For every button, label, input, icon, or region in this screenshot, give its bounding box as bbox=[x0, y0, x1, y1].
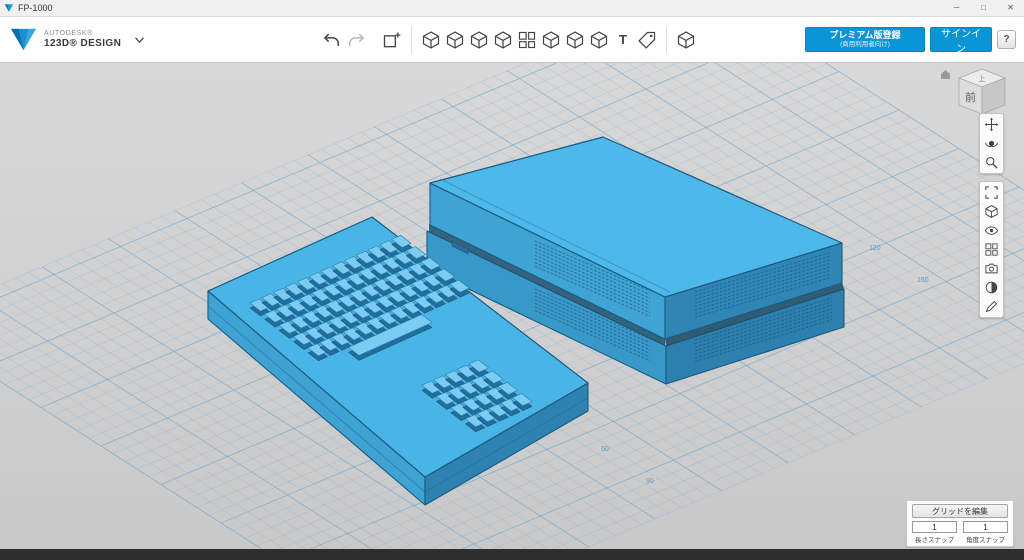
grid-tick: 90 bbox=[646, 478, 654, 485]
fit-view-icon[interactable] bbox=[981, 183, 1002, 202]
transform-icon[interactable] bbox=[380, 28, 404, 52]
home-icon[interactable] bbox=[941, 70, 950, 79]
grouping-icon[interactable] bbox=[539, 28, 563, 52]
text-icon[interactable]: T bbox=[611, 28, 635, 52]
viewcube-top-label: 上 bbox=[979, 74, 986, 83]
premium-signup-button[interactable]: プレミアム版登録 (商用利用者向け) bbox=[805, 27, 925, 52]
material-icon[interactable] bbox=[635, 28, 659, 52]
visibility-icon[interactable] bbox=[981, 221, 1002, 240]
3d-canvas[interactable]: 30 60 90 120 150 bbox=[0, 63, 1024, 549]
maximize-button[interactable]: □ bbox=[970, 0, 997, 16]
parts-icon[interactable] bbox=[981, 240, 1002, 259]
premium-sublabel: (商用利用者向け) bbox=[840, 41, 890, 48]
title-bar: FP-1000 ─ □ ✕ bbox=[0, 0, 1024, 17]
length-snap-label: 長さスナップ bbox=[915, 534, 954, 544]
app-window: FP-1000 ─ □ ✕ AUTODESK® 123D® DESIGN T bbox=[0, 0, 1024, 560]
grid-tick: 120 bbox=[869, 245, 881, 252]
palette-group bbox=[979, 181, 1004, 318]
length-snap-input[interactable] bbox=[912, 521, 957, 533]
orbit-icon[interactable] bbox=[981, 134, 1002, 153]
construct-icon[interactable] bbox=[467, 28, 491, 52]
wireframe-icon[interactable] bbox=[981, 202, 1002, 221]
zoom-icon[interactable] bbox=[981, 153, 1002, 172]
pattern-icon[interactable] bbox=[515, 28, 539, 52]
toolbar-divider bbox=[411, 27, 412, 53]
autodesk-123d-logo bbox=[10, 27, 37, 52]
grid-settings-panel: グリッドを編集 長さスナップ 角度スナップ bbox=[906, 500, 1014, 547]
account-area: プレミアム版登録 (商用利用者向け) サインイン ? bbox=[805, 27, 1024, 52]
window-title: FP-1000 bbox=[18, 3, 53, 13]
minimize-button[interactable]: ─ bbox=[943, 0, 970, 16]
viewport[interactable]: 30 60 90 120 150 bbox=[0, 63, 1024, 549]
tool-strip: T bbox=[320, 17, 698, 62]
brand-line2: 123D® DESIGN bbox=[44, 38, 121, 50]
sign-in-button[interactable]: サインイン bbox=[930, 27, 992, 52]
combine-icon[interactable] bbox=[563, 28, 587, 52]
edit-grid-button[interactable]: グリッドを編集 bbox=[912, 504, 1008, 518]
chevron-down-icon[interactable] bbox=[134, 36, 145, 44]
primitives-icon[interactable] bbox=[419, 28, 443, 52]
palette-group bbox=[979, 113, 1004, 174]
app-menu[interactable]: AUTODESK® 123D® DESIGN bbox=[0, 27, 145, 52]
grid-tick: 150 bbox=[917, 277, 929, 284]
modify-icon[interactable] bbox=[491, 28, 515, 52]
viewcube-front-label: 前 bbox=[965, 90, 976, 104]
svg-text:T: T bbox=[619, 32, 627, 47]
app-icon bbox=[4, 3, 14, 13]
grid-tick: 60 bbox=[601, 446, 609, 453]
measure-icon[interactable] bbox=[587, 28, 611, 52]
taskbar bbox=[0, 549, 1024, 560]
annotate-icon[interactable] bbox=[981, 297, 1002, 316]
angle-snap-label: 角度スナップ bbox=[966, 534, 1005, 544]
camera-icon[interactable] bbox=[981, 259, 1002, 278]
undo-icon[interactable] bbox=[320, 28, 344, 52]
material-icon[interactable] bbox=[981, 278, 1002, 297]
toolbar-divider bbox=[666, 27, 667, 53]
snap-icon[interactable] bbox=[674, 28, 698, 52]
close-button[interactable]: ✕ bbox=[997, 0, 1024, 16]
pan-icon[interactable] bbox=[981, 115, 1002, 134]
help-button[interactable]: ? bbox=[997, 30, 1016, 49]
premium-label: プレミアム版登録 bbox=[829, 31, 900, 41]
navigation-palette bbox=[979, 113, 1004, 318]
angle-snap-input[interactable] bbox=[963, 521, 1008, 533]
redo-icon[interactable] bbox=[344, 28, 368, 52]
sketch-icon[interactable] bbox=[443, 28, 467, 52]
brand-line1: AUTODESK® bbox=[44, 30, 121, 38]
main-toolbar: AUTODESK® 123D® DESIGN T プレミアム版登録 (商用利用者… bbox=[0, 17, 1024, 63]
